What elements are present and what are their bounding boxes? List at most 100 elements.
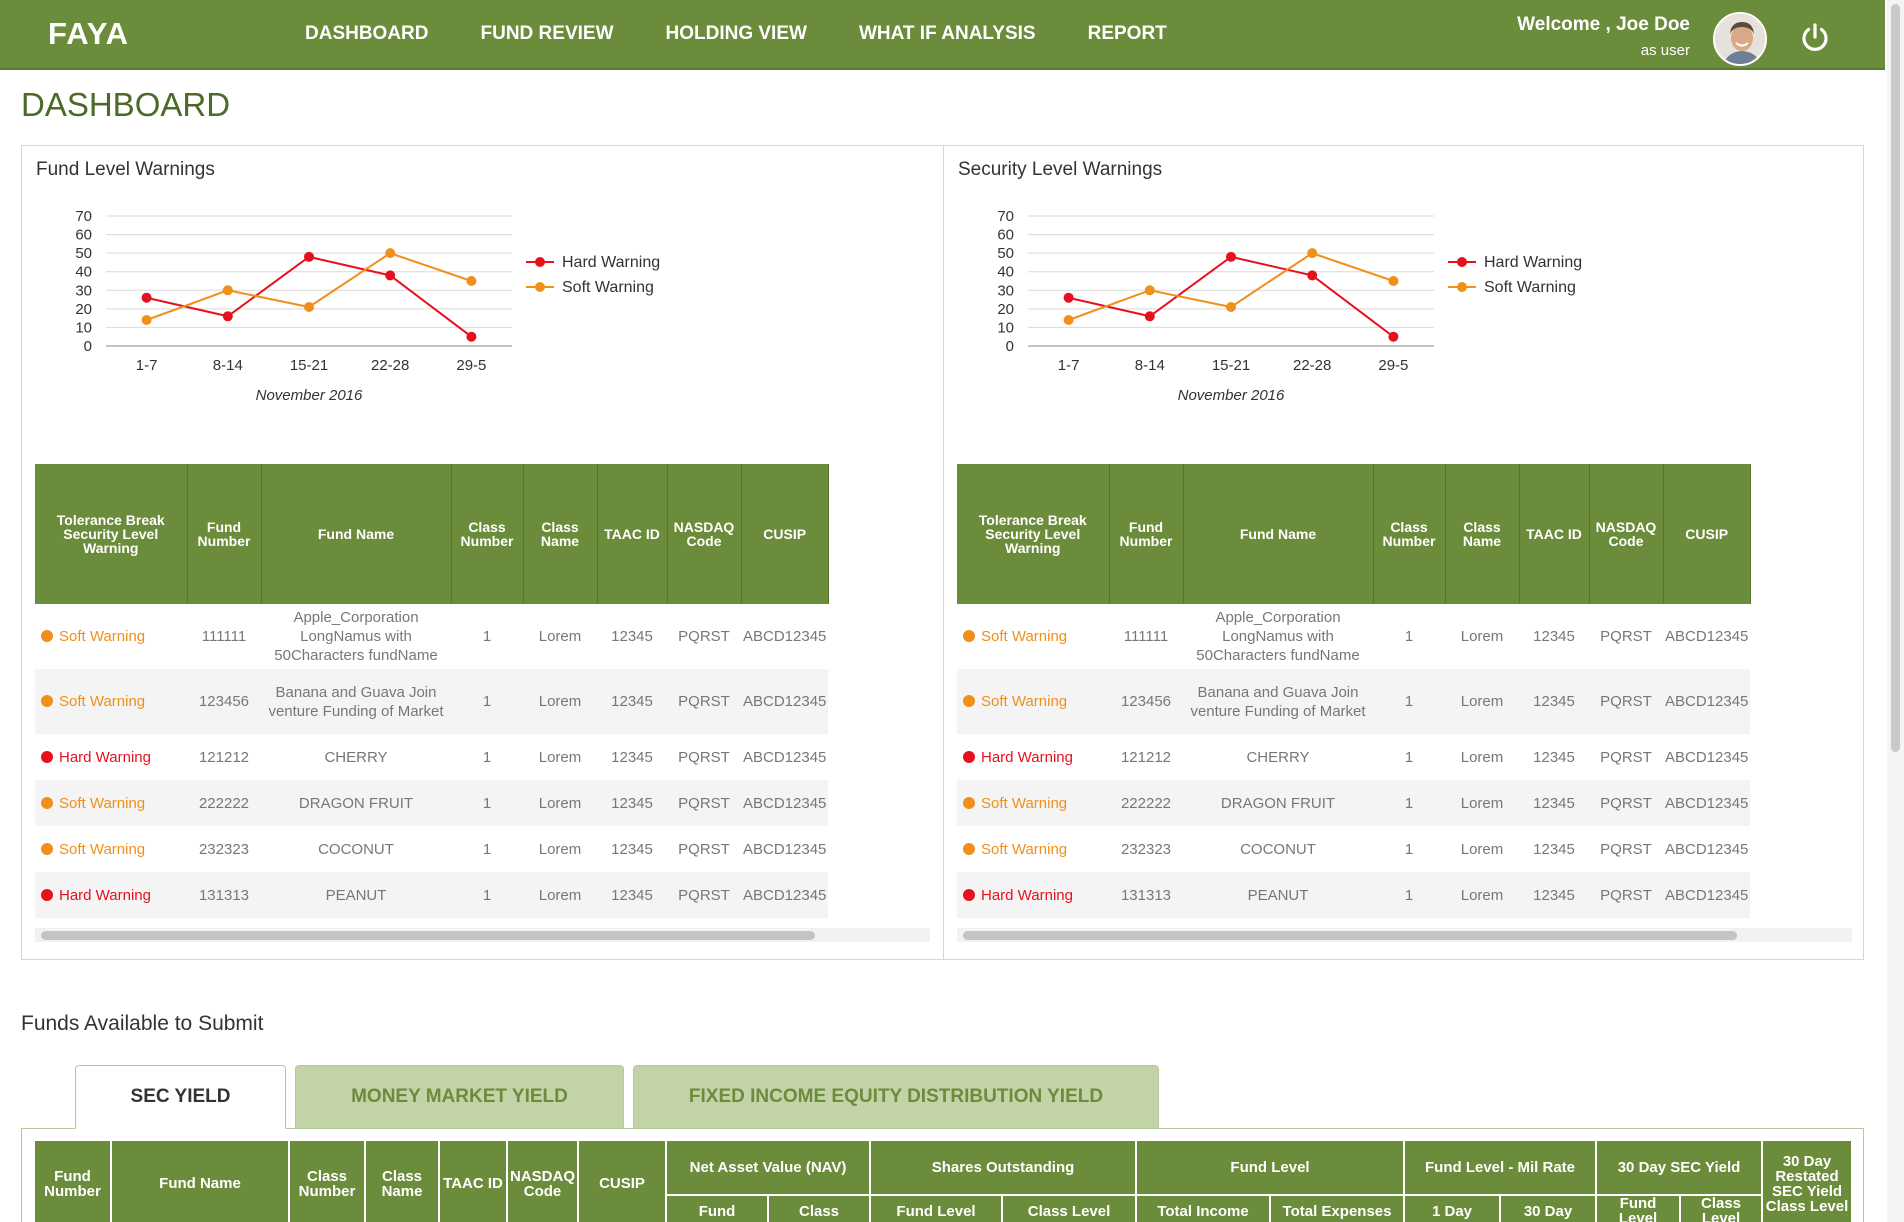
col-class-number[interactable]: Class Number (289, 1141, 366, 1222)
data-point (141, 315, 152, 325)
nav-report[interactable]: REPORT (1088, 23, 1167, 45)
col-class-number[interactable]: Class Number (451, 464, 524, 604)
nav-dashboard[interactable]: DASHBOARD (305, 23, 429, 45)
table-row[interactable]: Soft Warning 232323 COCONUT 1 Lorem 12345 PQRS… (35, 826, 828, 872)
nav-what-if-analysis[interactable]: WHAT IF ANALYSIS (859, 23, 1036, 45)
table-row[interactable]: Soft Warning 222222 DRAGON FRUIT 1 Lorem 1234… (957, 780, 1751, 826)
col-shares-class-level[interactable]: Class Level (1002, 1195, 1138, 1222)
table-row[interactable]: Soft Warning 123456 Banana and Guava Join … (35, 669, 829, 734)
data-point (222, 311, 233, 322)
data-point (385, 248, 396, 259)
security-table-scrollbar-thumb[interactable] (963, 931, 1737, 940)
col-total-income[interactable]: Total Income (1136, 1195, 1272, 1222)
col-class-name[interactable]: Class Name (365, 1141, 440, 1222)
data-point (1063, 315, 1074, 325)
nasdaq-code-cell: PQRST (667, 872, 741, 918)
table-row[interactable]: Hard Warning 121212 CHERRY 1 Lorem 12345 PQRST… (957, 734, 1750, 780)
table-row[interactable]: Hard Warning 121212 CHERRY 1 Lorem 12345 PQRST… (35, 734, 828, 780)
col-fund-name[interactable]: Fund Name (261, 464, 452, 604)
x-tick-label: 22-28 (1293, 357, 1331, 374)
col-mil-30-day[interactable]: 30 Day (1500, 1195, 1598, 1222)
col-sec-fund-level[interactable]: Fund Level (1596, 1195, 1682, 1222)
fund-table-scrollbar[interactable] (35, 928, 930, 942)
security-warnings-table-wrapper[interactable]: Tolerance Break Security Level Warning Fu… (957, 464, 1852, 944)
table-row[interactable]: Soft Warning 123456 Banana and Guava Join … (957, 669, 1751, 734)
col-sec-class-level[interactable]: Class Level (1680, 1195, 1764, 1222)
tab-money-market-yield[interactable]: MONEY MARKET YIELD (295, 1065, 624, 1129)
taac-id-cell: 12345 (597, 669, 667, 734)
col-nasdaq-code[interactable]: NASDAQ Code (667, 464, 742, 604)
col-fund-number[interactable]: Fund Number (1109, 464, 1184, 604)
col-nasdaq-code[interactable]: NASDAQ Code (1589, 464, 1664, 604)
col-taac-id[interactable]: TAAC ID (1519, 464, 1590, 604)
table-row[interactable]: Soft Warning 222222 DRAGON FRUIT 1 Lorem 1234… (35, 780, 829, 826)
table-row[interactable]: Soft Warning 111111 Apple_Corporation Long… (35, 604, 828, 669)
fund-name-cell: Apple_Corporation LongNamus with 50Chara… (1196, 609, 1360, 664)
security-table-scrollbar[interactable] (957, 928, 1852, 942)
table-row[interactable]: Soft Warning 232323 COCONUT 1 Lorem 12345 PQRS… (957, 826, 1750, 872)
col-nav-class[interactable]: Class (768, 1195, 872, 1222)
table-row[interactable]: Hard Warning 131313 PEANUT 1 Lorem 12345 PQRST… (957, 872, 1751, 918)
fund-number-cell: 131313 (187, 872, 261, 918)
fund-name-cell: PEANUT (261, 872, 451, 918)
user-avatar[interactable] (1713, 12, 1767, 66)
class-number-cell: 1 (1404, 840, 1414, 858)
warning-label: Soft Warning (59, 794, 146, 812)
col-cusip[interactable]: CUSIP (741, 464, 829, 604)
y-tick-label: 60 (997, 227, 1014, 244)
y-tick-label: 40 (997, 264, 1014, 281)
col-mil-1-day[interactable]: 1 Day (1404, 1195, 1502, 1222)
class-number-cell: 1 (482, 840, 492, 858)
legend-marker (1457, 257, 1467, 267)
taac-id-cell: 12345 (1519, 872, 1589, 918)
col-class-name[interactable]: Class Name (523, 464, 598, 604)
col-fund-name[interactable]: Fund Name (1183, 464, 1374, 604)
data-point (304, 302, 314, 312)
y-tick-label: 20 (75, 301, 92, 318)
col-fund-number[interactable]: Fund Number (187, 464, 262, 604)
nav-fund-review[interactable]: FUND REVIEW (481, 23, 614, 45)
col-class-number[interactable]: Class Number (1373, 464, 1446, 604)
class-name-cell: Lorem (538, 748, 582, 766)
tab-fixed-income-equity-distribution-yield[interactable]: FIXED INCOME EQUITY DISTRIBUTION YIELD (633, 1065, 1159, 1129)
col-tolerance-break-warning[interactable]: Tolerance Break Security Level Warning (35, 464, 188, 604)
col-shares-fund-level[interactable]: Fund Level (870, 1195, 1004, 1222)
col-taac-id[interactable]: TAAC ID (439, 1141, 508, 1222)
col-nasdaq-code[interactable]: NASDAQ Code (507, 1141, 580, 1222)
col-taac-id[interactable]: TAAC ID (597, 464, 668, 604)
col-fund-name[interactable]: Fund Name (111, 1141, 290, 1222)
col-fund-number[interactable]: Fund Number (35, 1141, 112, 1222)
data-point (1226, 251, 1236, 262)
fund-table-scrollbar-thumb[interactable] (41, 931, 815, 940)
class-name-cell: Lorem (1460, 840, 1504, 858)
fund-name-cell: DRAGON FRUIT (261, 780, 451, 826)
fund-warnings-table-wrapper[interactable]: Tolerance Break Security Level Warning Fu… (35, 464, 930, 944)
page-scrollbar[interactable] (1887, 0, 1904, 1222)
fund-number-cell: 121212 (198, 748, 250, 766)
warning-label: Hard Warning (981, 886, 1073, 904)
page-scrollbar-thumb[interactable] (1891, 4, 1900, 752)
tab-sec-yield[interactable]: SEC YIELD (75, 1065, 286, 1129)
class-name-cell: Lorem (523, 872, 597, 918)
nasdaq-code-cell: PQRST (667, 780, 741, 826)
col-cusip[interactable]: CUSIP (1663, 464, 1751, 604)
cusip-cell: ABCD12345 (1663, 872, 1751, 918)
nasdaq-code-cell: PQRST (678, 748, 730, 766)
taac-id-cell: 12345 (1533, 840, 1575, 858)
table-row[interactable]: Hard Warning 131313 PEANUT 1 Lorem 12345 PQRST… (35, 872, 829, 918)
col-restated-sec-yield[interactable]: 30 Day Restated SEC Yield Class Level (1762, 1141, 1854, 1222)
col-class-name[interactable]: Class Name (1445, 464, 1520, 604)
table-row[interactable]: Soft Warning 111111 Apple_Corporation Long… (957, 604, 1750, 669)
power-icon[interactable] (1798, 20, 1832, 54)
hard-warning-dot-icon (41, 888, 53, 901)
warning-label: Soft Warning (59, 693, 146, 710)
app-logo[interactable]: FAYA (48, 16, 129, 52)
col-tolerance-break-warning[interactable]: Tolerance Break Security Level Warning (957, 464, 1110, 604)
col-nav-fund[interactable]: Fund (666, 1195, 770, 1222)
class-number-cell: 1 (1373, 872, 1445, 918)
col-total-expenses[interactable]: Total Expenses (1270, 1195, 1406, 1222)
x-tick-label: 1-7 (1058, 357, 1080, 374)
soft-warning-dot-icon (963, 630, 975, 642)
col-cusip[interactable]: CUSIP (578, 1141, 668, 1222)
nav-holding-view[interactable]: HOLDING VIEW (666, 23, 807, 45)
